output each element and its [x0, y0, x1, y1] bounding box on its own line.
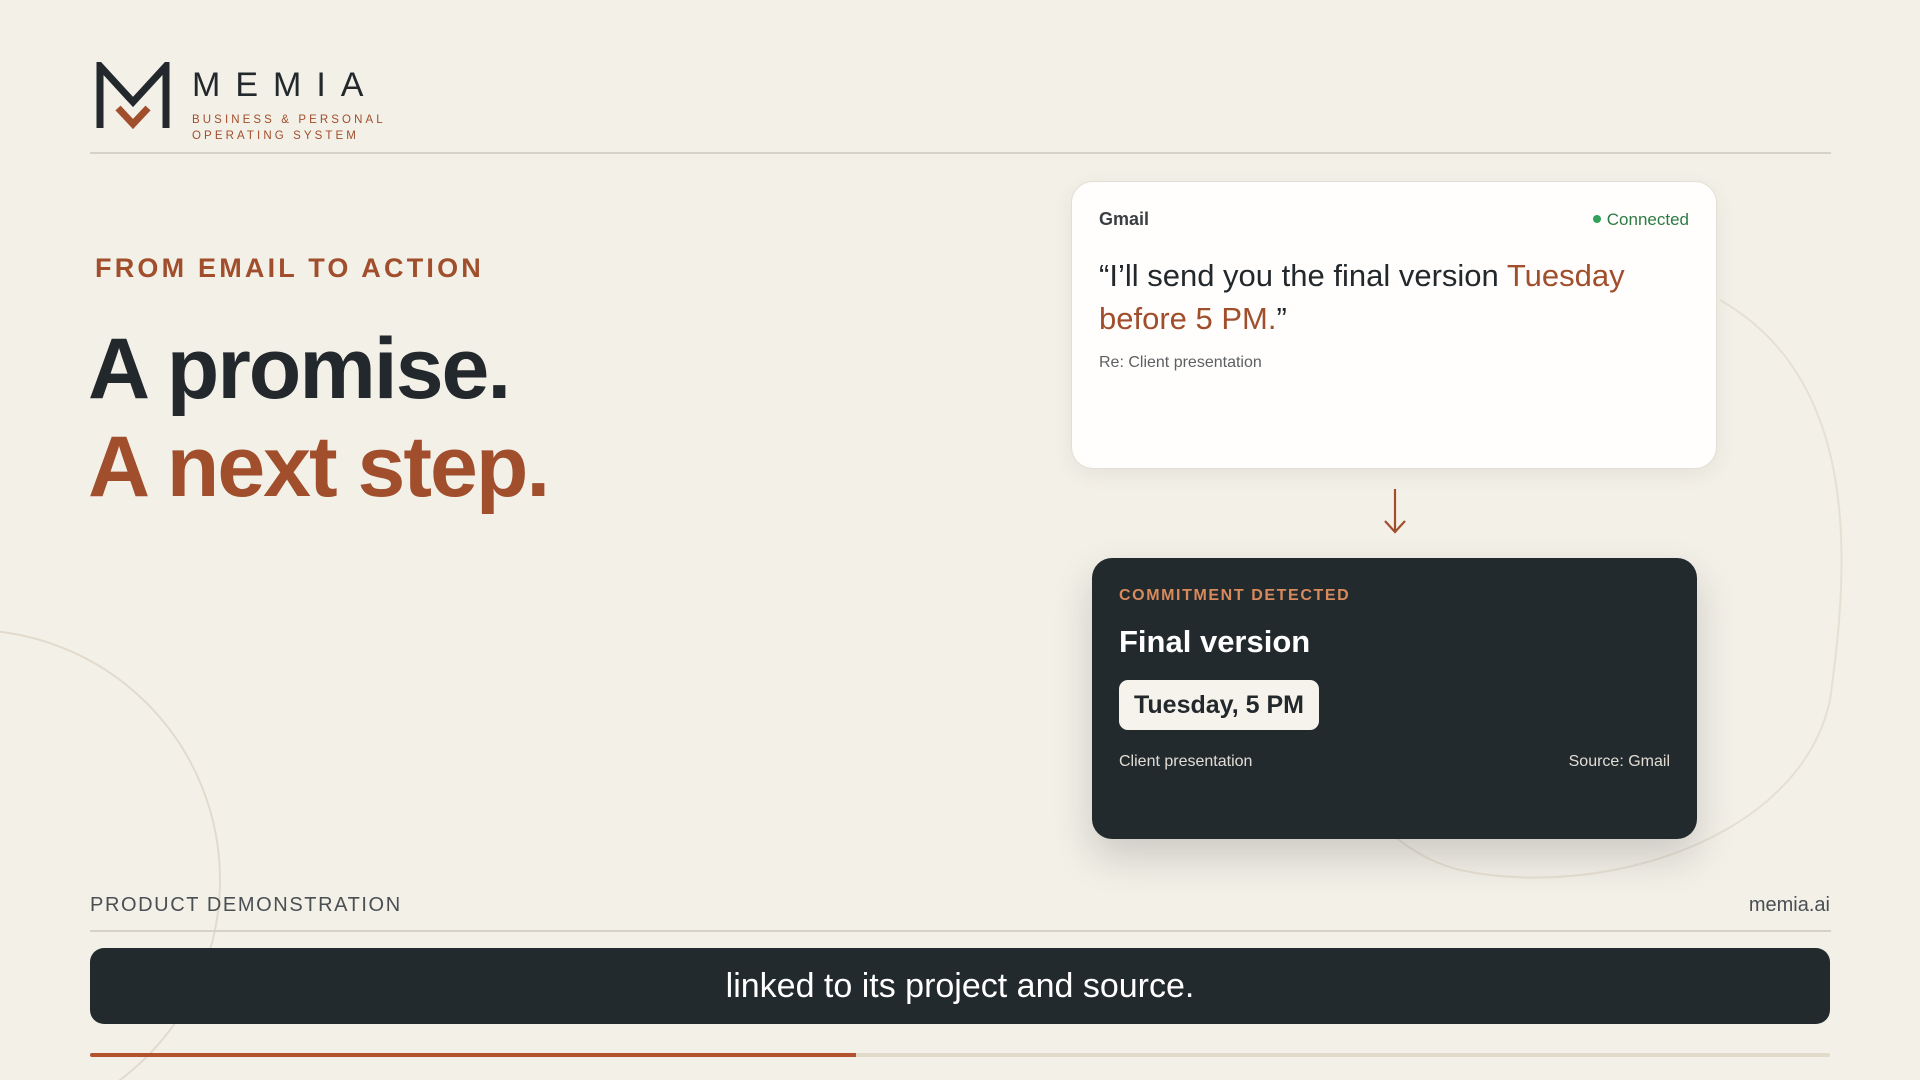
progress-bar [90, 1053, 1830, 1057]
commitment-label: COMMITMENT DETECTED [1119, 587, 1351, 604]
brand-tagline-line-1: Business & Personal [192, 114, 386, 126]
headline: A promise. A next step. [88, 320, 550, 516]
footer-url: memia.ai [1748, 894, 1830, 916]
arrow-down-icon [1384, 489, 1406, 534]
status-dot-icon [1592, 214, 1601, 223]
email-quote: “I’ll send you the final version Tuesday… [1099, 254, 1699, 340]
headline-line-2: A next step. [88, 419, 550, 515]
brand-tagline-line-2: Operating System [192, 130, 359, 142]
background-decoration [0, 299, 1843, 1080]
brand-tagline: Business & Personal Operating System [192, 112, 392, 144]
header-divider [90, 152, 1831, 154]
email-card: Gmail Connected “I’ll send you the final… [1071, 181, 1717, 469]
footer-divider [90, 930, 1831, 932]
memia-logo: MEMIA Business & Personal Operating Syst… [96, 60, 383, 146]
headline-line-1: A promise. [88, 321, 511, 417]
quote-main-text: I’ll send you the final version [1109, 258, 1507, 293]
footer-label: PRODUCT DEMONSTRATION [90, 894, 402, 916]
commitment-project: Client presentation [1119, 753, 1253, 770]
email-source-label: Gmail [1099, 209, 1150, 229]
commitment-title: Final version [1119, 624, 1311, 659]
commitment-card: COMMITMENT DETECTED Final version Tuesda… [1092, 558, 1697, 839]
caption-bar: linked to its project and source. [90, 948, 1830, 1024]
memia-m-logo-icon [96, 62, 170, 130]
commitment-source: Source: Gmail [1568, 753, 1670, 770]
connection-status: Connected [1592, 210, 1689, 230]
email-subject: Re: Client presentation [1099, 354, 1262, 371]
section-eyebrow: FROM EMAIL TO ACTION [95, 253, 484, 283]
progress-fill [90, 1053, 856, 1057]
quote-open-mark: “ [1099, 258, 1110, 293]
connection-status-text: Connected [1606, 210, 1689, 229]
quote-close-mark: ” [1276, 301, 1287, 336]
brand-name: MEMIA [192, 66, 379, 104]
due-date-chip: Tuesday, 5 PM [1119, 680, 1319, 730]
